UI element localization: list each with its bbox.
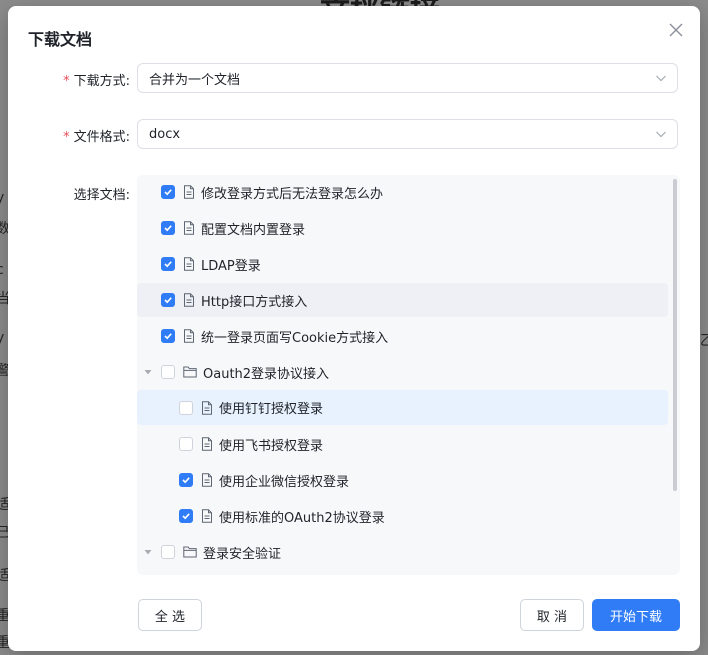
tree-item-label: Http接口方式接入 [201, 294, 308, 310]
document-icon [201, 509, 213, 523]
tree-item-label: 使用企业微信授权登录 [219, 474, 350, 490]
checkbox-unchecked[interactable] [179, 400, 193, 415]
file-format-value: docx [149, 126, 181, 142]
checkbox-unchecked[interactable] [179, 437, 193, 451]
caret-down-icon[interactable] [144, 368, 152, 376]
select-all-button[interactable]: 全 选 [138, 599, 202, 631]
required-mark: * [63, 74, 70, 89]
document-icon [201, 473, 213, 487]
file-format-label-text: 文件格式: [73, 130, 130, 145]
document-icon [183, 221, 195, 235]
tree-folder[interactable]: Oauth2登录协议接入 [137, 355, 668, 389]
cancel-button[interactable]: 取 消 [520, 599, 584, 631]
download-mode-label-text: 下载方式: [73, 74, 130, 89]
tree-folder-label: 登录安全验证 [203, 546, 282, 562]
checkbox-checked[interactable] [161, 257, 175, 271]
required-mark: * [63, 130, 70, 145]
document-icon [183, 293, 195, 307]
tree-item[interactable]: 修改登录方式后无法登录怎么办 [137, 175, 668, 209]
document-icon [201, 437, 213, 451]
tree-item[interactable]: 配置文档内置登录 [137, 211, 668, 245]
folder-icon [183, 366, 197, 378]
tree-item[interactable]: Http接口方式接入 [137, 283, 668, 317]
download-mode-value: 合并为一个文档 [149, 72, 241, 88]
close-button[interactable] [666, 21, 686, 41]
checkbox-unchecked[interactable] [161, 365, 175, 379]
checkbox-checked[interactable] [161, 293, 175, 307]
tree-item[interactable]: 使用企业微信授权登录 [137, 463, 668, 497]
select-docs-label: 选择文档: [20, 184, 130, 203]
tree-folder[interactable]: 登录安全验证 [137, 535, 668, 569]
tree-item[interactable]: 使用钉钉授权登录 [137, 390, 668, 425]
tree-item[interactable]: LDAP登录 [137, 247, 668, 281]
chevron-down-icon [655, 72, 667, 88]
download-mode-select[interactable]: 合并为一个文档 [137, 63, 678, 93]
tree-folder-label: Oauth2登录协议接入 [203, 366, 330, 382]
document-tree[interactable]: 修改登录方式后无法登录怎么办 配置文档内置登录 LDAP登录 Http接口方式接… [137, 175, 680, 575]
download-mode-label: * 下载方式: [20, 70, 130, 89]
tree-item-label: 使用飞书授权登录 [219, 438, 324, 454]
dialog-title: 下载文档 [28, 30, 93, 49]
chevron-down-icon [655, 128, 667, 144]
close-icon [669, 22, 683, 41]
start-download-button[interactable]: 开始下载 [592, 599, 680, 631]
tree-item[interactable]: 使用飞书授权登录 [137, 427, 668, 461]
tree-item-label: 统一登录页面写Cookie方式接入 [201, 330, 389, 346]
tree-item-label: 修改登录方式后无法登录怎么办 [201, 186, 384, 202]
document-icon [201, 400, 213, 415]
folder-icon [183, 546, 197, 558]
checkbox-checked[interactable] [161, 221, 175, 235]
tree-item[interactable]: 统一登录页面写Cookie方式接入 [137, 319, 668, 353]
caret-down-icon[interactable] [144, 548, 152, 556]
document-icon [183, 329, 195, 343]
tree-item-label: 配置文档内置登录 [201, 222, 306, 238]
tree-item[interactable]: 使用标准的OAuth2协议登录 [137, 499, 668, 533]
tree-item-label: 使用标准的OAuth2协议登录 [219, 510, 385, 526]
document-icon [183, 185, 195, 199]
select-docs-label-text: 选择文档: [73, 188, 130, 203]
file-format-select[interactable]: docx [137, 119, 678, 149]
tree-item-label: LDAP登录 [201, 258, 261, 274]
checkbox-unchecked[interactable] [161, 545, 175, 559]
tree-scrollbar[interactable] [673, 179, 677, 491]
checkbox-checked[interactable] [179, 509, 193, 523]
checkbox-checked[interactable] [179, 473, 193, 487]
document-icon [183, 257, 195, 271]
download-dialog: 下载文档 *下载方式: 合并为一个文档 *文件格式: docx 选择文档: [8, 6, 700, 651]
checkbox-checked[interactable] [161, 185, 175, 199]
file-format-label: * 文件格式: [20, 126, 130, 145]
tree-item-label: 使用钉钉授权登录 [219, 402, 324, 417]
checkbox-checked[interactable] [161, 329, 175, 343]
